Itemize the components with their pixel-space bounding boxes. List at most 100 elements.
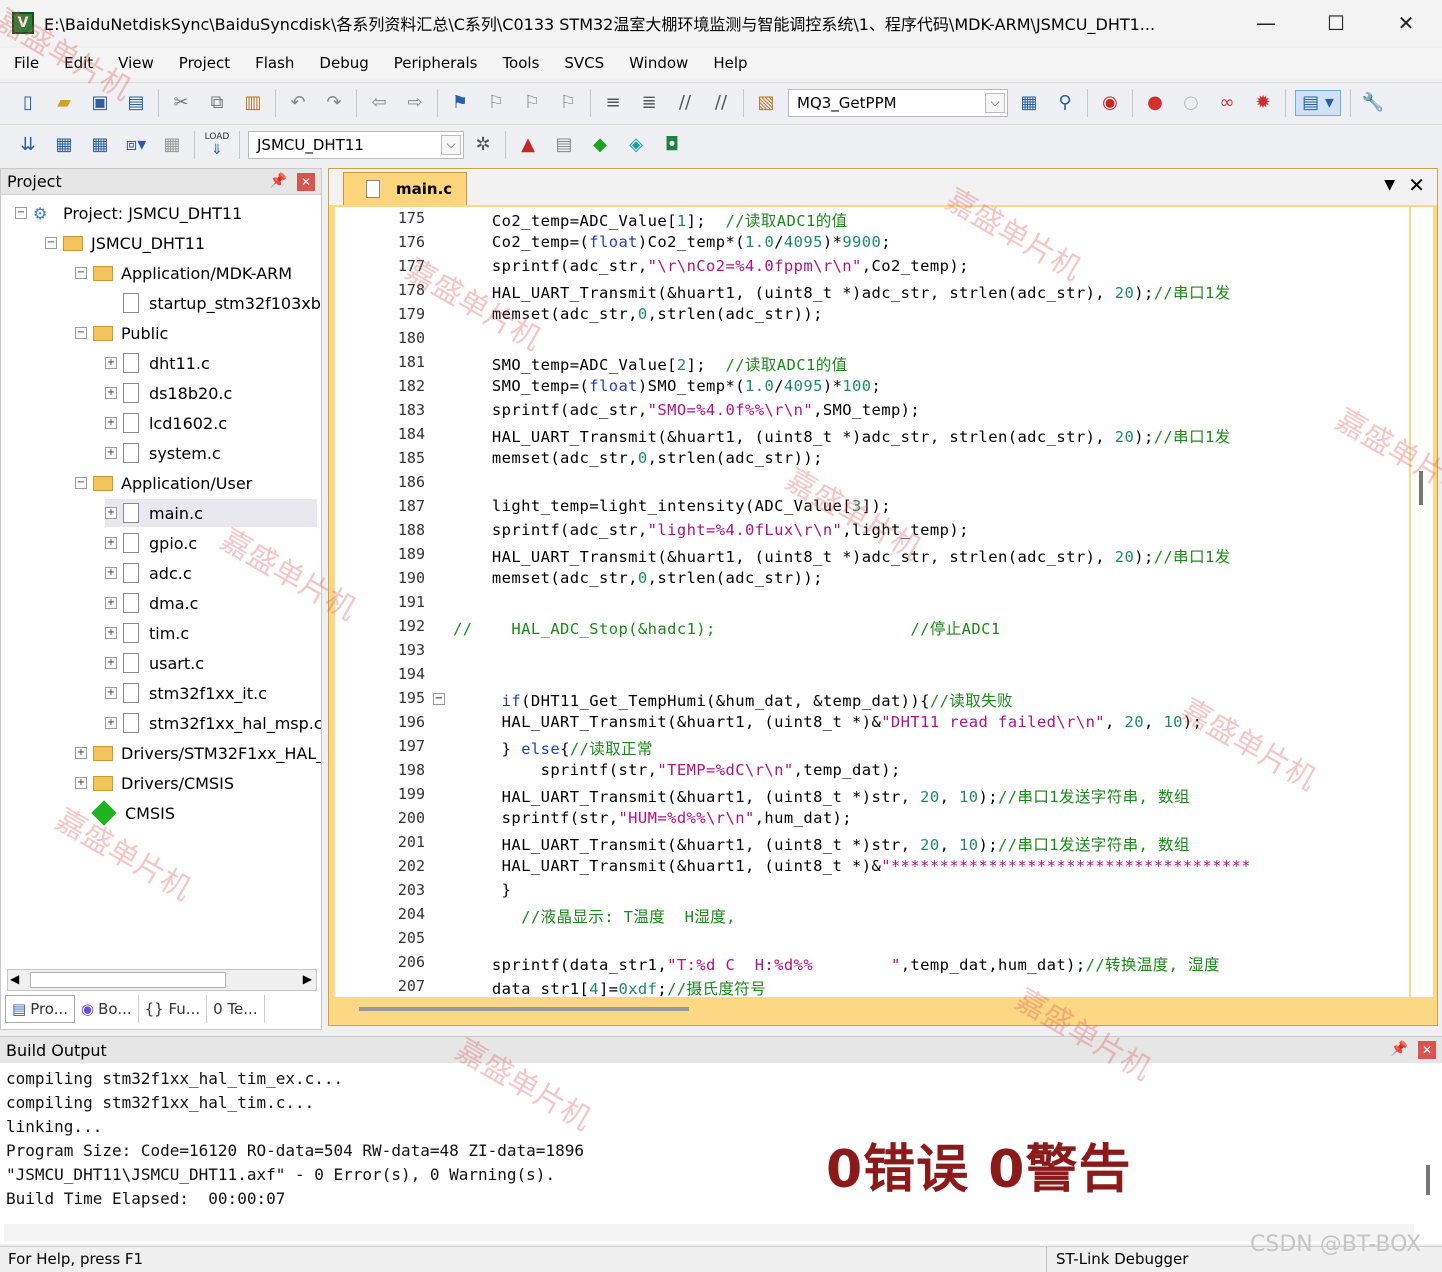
pin-icon[interactable]: 📌	[270, 173, 287, 189]
code-line[interactable]: HAL_UART_Transmit(&huart1, (uint8_t *)ad…	[453, 425, 1231, 447]
menu-edit[interactable]: Edit	[50, 54, 104, 72]
code-line[interactable]: sprintf(adc_str,"SMO=%4.0f%%\r\n",SMO_te…	[453, 401, 920, 419]
tree-item-startup-stm32f103xb[interactable]: startup_stm32f103xb	[105, 289, 321, 317]
tree-item-stm32f1xx-it-c[interactable]: + stm32f1xx_it.c	[105, 679, 267, 707]
tab-books[interactable]: ◉ Bo...	[75, 995, 139, 1023]
code-line[interactable]: sprintf(adc_str,"light=%4.0fLux\r\n",lig…	[453, 521, 969, 539]
scroll-thumb[interactable]	[1419, 471, 1423, 505]
expand-icon[interactable]: +	[105, 627, 117, 639]
unindent-icon[interactable]: ≣	[636, 90, 662, 116]
code-line[interactable]: }	[453, 881, 511, 899]
collapse-icon[interactable]: −	[15, 207, 27, 219]
find-in-files-icon[interactable]: ▧	[753, 90, 779, 116]
editor-hscroll-thumb[interactable]	[359, 1007, 689, 1011]
close-button[interactable]: ✕	[1376, 6, 1436, 40]
code-line[interactable]: Co2_temp=ADC_Value[1]; //读取ADC1的值	[453, 209, 848, 231]
menu-flash[interactable]: Flash	[241, 54, 305, 72]
tree-item-project-jsmcu-dht11[interactable]: − ⚙ Project: JSMCU_DHT11	[15, 199, 242, 227]
cut-icon[interactable]: ✂	[168, 90, 194, 116]
target-options-icon[interactable]: ✲	[470, 132, 496, 158]
tree-item-main-c[interactable]: + main.c	[105, 499, 317, 527]
menu-debug[interactable]: Debug	[305, 54, 379, 72]
tree-item-gpio-c[interactable]: + gpio.c	[105, 529, 197, 557]
new-file-icon[interactable]: ▯	[15, 90, 41, 116]
menu-project[interactable]: Project	[165, 54, 241, 72]
stop-build-icon[interactable]: ▦	[159, 132, 185, 158]
tree-item-adc-c[interactable]: + adc.c	[105, 559, 192, 587]
chevron-down-icon[interactable]: ⌵	[985, 92, 1005, 113]
scroll-thumb[interactable]	[1426, 1165, 1430, 1195]
batch-build-icon[interactable]: ⧈▾	[123, 132, 149, 158]
bookmark-icon[interactable]: ⚑	[447, 90, 473, 116]
tree-item-application-mdk-arm[interactable]: − Application/MDK-ARM	[75, 259, 292, 287]
build-icon[interactable]: ▦	[51, 132, 77, 158]
next-bookmark-icon[interactable]: ⚐	[519, 90, 545, 116]
close-icon[interactable]: ✕	[297, 173, 315, 191]
code-line[interactable]: HAL_UART_Transmit(&huart1, (uint8_t *)&"…	[453, 713, 1202, 731]
prev-bookmark-icon[interactable]: ⚐	[483, 90, 509, 116]
expand-icon[interactable]: +	[105, 387, 117, 399]
breakpoint-icon[interactable]: ●	[1142, 90, 1168, 116]
code-line[interactable]: if(DHT11_Get_TempHumi(&hum_dat, &temp_da…	[453, 689, 1013, 711]
menu-file[interactable]: File	[0, 54, 50, 72]
code-line[interactable]: sprintf(str,"TEMP=%dC\r\n",temp_dat);	[453, 761, 901, 779]
maximize-button[interactable]: ☐	[1306, 6, 1366, 40]
nav-forward-icon[interactable]: ⇨	[402, 90, 428, 116]
pin-icon[interactable]: 📌	[1391, 1041, 1408, 1057]
tree-item-dma-c[interactable]: + dma.c	[105, 589, 198, 617]
uncomment-icon[interactable]: //	[708, 90, 734, 116]
expand-icon[interactable]: +	[105, 657, 117, 669]
find-icon[interactable]: ▦	[1016, 90, 1042, 116]
code-line[interactable]: memset(adc_str,0,strlen(adc_str));	[453, 569, 823, 587]
chevron-down-icon[interactable]: ⌵	[441, 134, 461, 155]
menu-help[interactable]: Help	[699, 54, 758, 72]
paste-icon[interactable]: ▥	[240, 90, 266, 116]
scroll-left-icon[interactable]: ◀	[10, 972, 19, 986]
code-line[interactable]: HAL_UART_Transmit(&huart1, (uint8_t *)st…	[453, 833, 1190, 855]
rebuild-icon[interactable]: ▦	[87, 132, 113, 158]
target-combo[interactable]: JSMCU_DHT11 ⌵	[248, 130, 464, 159]
code-line[interactable]: HAL_UART_Transmit(&huart1, (uint8_t *)ad…	[453, 281, 1231, 303]
tree-item-system-c[interactable]: + system.c	[105, 439, 221, 467]
code-line[interactable]: HAL_UART_Transmit(&huart1, (uint8_t *)ad…	[453, 545, 1231, 567]
code-line[interactable]: sprintf(adc_str,"\r\nCo2=%4.0fppm\r\n",C…	[453, 257, 969, 275]
select-packs-icon[interactable]: ▤	[551, 132, 577, 158]
indent-icon[interactable]: ≡	[600, 90, 626, 116]
tab-list-icon[interactable]: ▼	[1384, 177, 1395, 193]
tab-templates[interactable]: 0 Te...	[207, 995, 265, 1023]
save-all-icon[interactable]: ▤	[123, 90, 149, 116]
configure-icon[interactable]: 🔧	[1360, 90, 1386, 116]
nav-back-icon[interactable]: ⇦	[366, 90, 392, 116]
open-file-icon[interactable]: ▰	[51, 90, 77, 116]
expand-icon[interactable]: +	[105, 357, 117, 369]
tree-item-application-user[interactable]: − Application/User	[75, 469, 252, 497]
code-line[interactable]: // HAL_ADC_Stop(&hadc1); //停止ADC1	[453, 617, 1001, 639]
incremental-find-icon[interactable]: ⚲	[1052, 90, 1078, 116]
stm32cubemx-icon[interactable]: ◘	[659, 132, 685, 158]
code-line[interactable]: data_str1[4]=0xdf;//摄氏度符号	[453, 977, 766, 997]
expand-icon[interactable]: +	[105, 687, 117, 699]
code-line[interactable]: Co2_temp=(float)Co2_temp*(1.0/4095)*9900…	[453, 233, 891, 251]
expand-icon[interactable]: +	[75, 747, 87, 759]
translate-icon[interactable]: ⇊	[15, 132, 41, 158]
close-icon[interactable]: ✕	[1408, 173, 1425, 197]
expand-icon[interactable]: +	[105, 417, 117, 429]
load-icon[interactable]: LOAD ⇓	[204, 132, 230, 158]
manage-rte-icon[interactable]: ◆	[587, 132, 613, 158]
find-combo[interactable]: MQ3_GetPPM ⌵	[788, 88, 1008, 117]
disable-all-breakpoints-icon[interactable]: ∞	[1214, 90, 1240, 116]
menu-view[interactable]: View	[104, 54, 165, 72]
build-hscrollbar[interactable]	[4, 1224, 1414, 1242]
menu-peripherals[interactable]: Peripherals	[380, 54, 489, 72]
collapse-icon[interactable]: −	[75, 477, 87, 489]
project-hscrollbar[interactable]: ◀ ▶	[7, 969, 317, 991]
scroll-right-icon[interactable]: ▶	[303, 972, 312, 986]
expand-icon[interactable]: +	[105, 717, 117, 729]
tree-item-drivers-stm32f1xx-hal-driver[interactable]: + Drivers/STM32F1xx_HAL_Driver	[75, 739, 321, 767]
tab-main-c[interactable]: main.c	[343, 172, 467, 205]
disable-breakpoint-icon[interactable]: ○	[1178, 90, 1204, 116]
minimize-button[interactable]: —	[1236, 6, 1296, 40]
expand-icon[interactable]: +	[105, 537, 117, 549]
code-editor[interactable]: 175 Co2_temp=ADC_Value[1]; //读取ADC1的值 176…	[335, 207, 1409, 997]
tree-item-public[interactable]: − Public	[75, 319, 168, 347]
